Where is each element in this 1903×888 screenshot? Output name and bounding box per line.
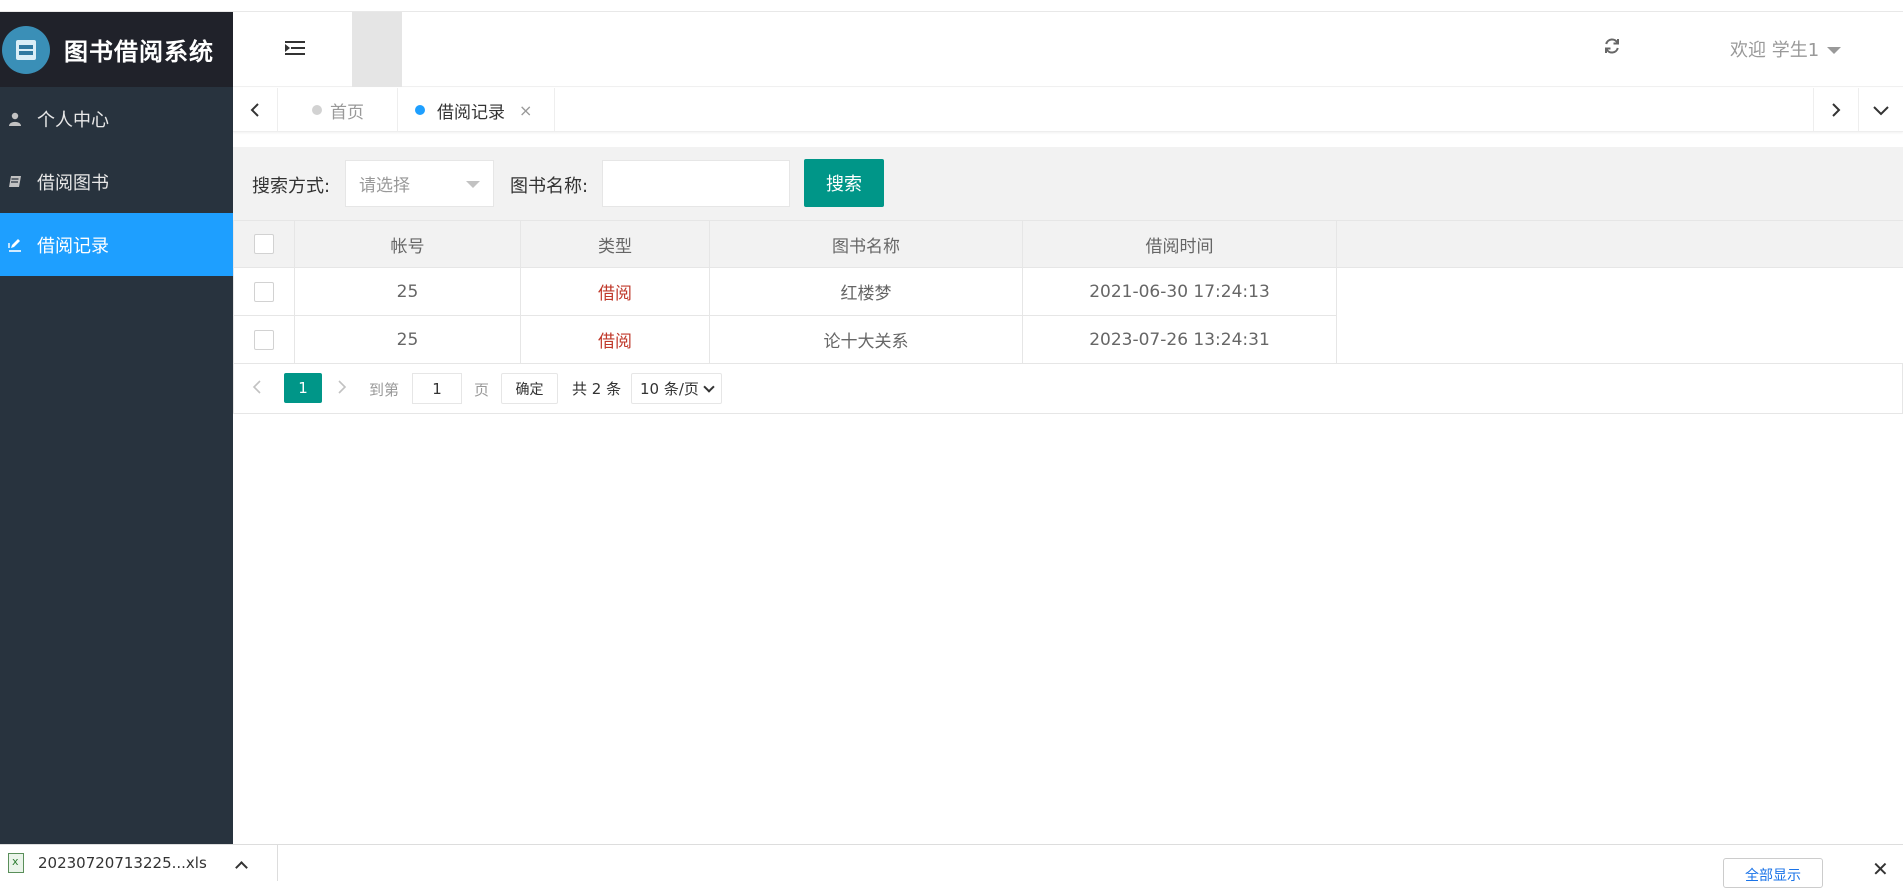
logo-icon bbox=[2, 26, 50, 74]
total-count: 共 2 条 bbox=[572, 378, 621, 399]
table-row: 25 借阅 红楼梦 2021-06-30 17:24:13 bbox=[234, 268, 1903, 316]
sidebar-item-label: 借阅图书 bbox=[37, 169, 109, 195]
user-menu[interactable]: 欢迎 学生1 bbox=[1730, 36, 1841, 62]
caret-down-icon bbox=[1827, 47, 1841, 54]
sidebar: 图书借阅系统 个人中心 借阅图书 借阅记录 bbox=[0, 12, 233, 844]
tab-home[interactable]: 首页 bbox=[278, 88, 398, 132]
tab-scroll-left-button[interactable] bbox=[233, 88, 278, 132]
cell-book-name: 红楼梦 bbox=[710, 268, 1023, 316]
book-name-label: 图书名称: bbox=[510, 172, 588, 198]
welcome-text: 欢迎 学生1 bbox=[1730, 36, 1819, 62]
chevron-down-icon bbox=[703, 381, 714, 392]
excel-file-icon bbox=[8, 853, 24, 873]
current-page-button[interactable]: 1 bbox=[284, 373, 322, 403]
row-select-cell bbox=[234, 316, 295, 364]
tab-label: 首页 bbox=[330, 98, 364, 123]
download-bar: 20230720713225...xls 全部显示 ✕ bbox=[0, 844, 1903, 880]
cell-type: 借阅 bbox=[521, 316, 710, 364]
cell-empty bbox=[1337, 268, 1903, 364]
search-method-select[interactable]: 请选择 bbox=[345, 160, 494, 207]
goto-page-input[interactable] bbox=[412, 373, 462, 404]
close-icon[interactable]: × bbox=[519, 101, 532, 120]
tab-label: 借阅记录 bbox=[437, 98, 505, 123]
chevron-up-icon[interactable] bbox=[235, 861, 248, 874]
book-icon bbox=[8, 174, 22, 190]
row-select-cell bbox=[234, 268, 295, 316]
search-bar: 搜索方式: 请选择 图书名称: 搜索 bbox=[233, 147, 1903, 220]
records-table: 帐号 类型 图书名称 借阅时间 25 借阅 红楼梦 2021-06-30 17:… bbox=[233, 220, 1903, 364]
top-strip bbox=[0, 0, 1903, 12]
column-header-type: 类型 bbox=[521, 221, 710, 268]
goto-label: 到第 bbox=[369, 379, 399, 400]
next-page-icon[interactable] bbox=[337, 376, 347, 400]
tab-borrow-records[interactable]: 借阅记录 × bbox=[398, 88, 555, 132]
top-header: 欢迎 学生1 bbox=[233, 12, 1903, 87]
search-method-label: 搜索方式: bbox=[252, 172, 330, 198]
tab-bar: 首页 借阅记录 × bbox=[233, 88, 1903, 132]
tab-more-button[interactable] bbox=[1858, 88, 1903, 132]
cell-account: 25 bbox=[295, 268, 521, 316]
cell-type: 借阅 bbox=[521, 268, 710, 316]
sidebar-item-borrow-books[interactable]: 借阅图书 bbox=[0, 150, 233, 213]
main-content: 搜索方式: 请选择 图书名称: 搜索 帐号 类型 图书名称 借阅时间 25 bbox=[233, 147, 1903, 844]
column-header-empty bbox=[1337, 221, 1903, 268]
chevron-down-icon bbox=[1872, 104, 1890, 116]
page-size-value: 10 条/页 bbox=[640, 378, 699, 399]
menu-toggle-icon[interactable] bbox=[285, 38, 307, 58]
tab-dot-icon bbox=[312, 105, 322, 115]
chevron-left-icon bbox=[249, 102, 261, 118]
row-checkbox[interactable] bbox=[254, 282, 274, 302]
download-item[interactable]: 20230720713225...xls bbox=[0, 845, 278, 881]
cell-borrow-time: 2023-07-26 13:24:31 bbox=[1023, 316, 1337, 364]
sidebar-item-label: 借阅记录 bbox=[37, 232, 109, 258]
app-title: 图书借阅系统 bbox=[64, 32, 214, 67]
show-all-button[interactable]: 全部显示 bbox=[1723, 858, 1823, 888]
sidebar-item-borrow-records[interactable]: 借阅记录 bbox=[0, 213, 233, 276]
column-header-book-name: 图书名称 bbox=[710, 221, 1023, 268]
cell-account: 25 bbox=[295, 316, 521, 364]
page-size-select[interactable]: 10 条/页 bbox=[631, 373, 722, 404]
sidebar-item-personal-center[interactable]: 个人中心 bbox=[0, 87, 233, 150]
pagination: 1 到第 页 确定 共 2 条 10 条/页 bbox=[233, 364, 1903, 414]
select-all-checkbox[interactable] bbox=[254, 234, 274, 254]
tab-dot-icon bbox=[415, 105, 425, 115]
edit-icon bbox=[8, 237, 22, 253]
book-name-input[interactable] bbox=[602, 160, 790, 207]
caret-down-icon bbox=[466, 181, 480, 188]
select-placeholder: 请选择 bbox=[359, 171, 410, 196]
prev-page-icon[interactable] bbox=[252, 376, 262, 400]
column-header-borrow-time: 借阅时间 bbox=[1023, 221, 1337, 268]
table-header-row: 帐号 类型 图书名称 借阅时间 bbox=[234, 221, 1903, 268]
header-placeholder-block bbox=[352, 12, 402, 87]
close-icon[interactable]: ✕ bbox=[1872, 857, 1889, 881]
row-checkbox[interactable] bbox=[254, 330, 274, 350]
chevron-right-icon bbox=[1830, 102, 1842, 118]
cell-book-name: 论十大关系 bbox=[710, 316, 1023, 364]
search-button[interactable]: 搜索 bbox=[804, 159, 884, 207]
page-unit-label: 页 bbox=[474, 379, 489, 400]
tab-scroll-right-button[interactable] bbox=[1813, 88, 1858, 132]
logo: 图书借阅系统 bbox=[0, 12, 233, 87]
select-all-cell bbox=[234, 221, 295, 268]
sidebar-item-label: 个人中心 bbox=[37, 106, 109, 132]
refresh-icon[interactable] bbox=[1603, 36, 1621, 60]
user-icon bbox=[8, 111, 22, 127]
cell-borrow-time: 2021-06-30 17:24:13 bbox=[1023, 268, 1337, 316]
download-filename: 20230720713225...xls bbox=[38, 854, 207, 872]
goto-confirm-button[interactable]: 确定 bbox=[501, 373, 558, 404]
column-header-account: 帐号 bbox=[295, 221, 521, 268]
